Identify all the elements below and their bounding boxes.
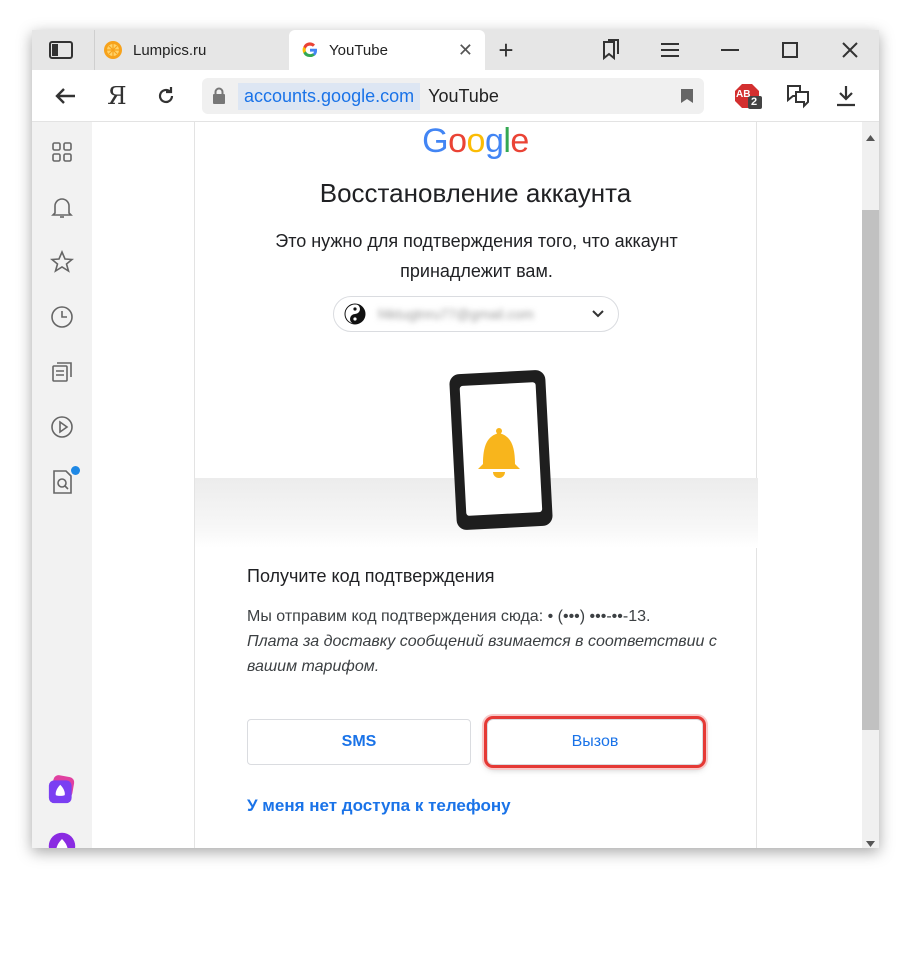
scroll-up-arrow-icon[interactable] [866, 128, 875, 146]
page-subtitle: Это нужно для подтверждения того, что ак… [275, 231, 678, 281]
page-title: Восстановление аккаунта [319, 178, 632, 208]
bookmark-icon[interactable] [680, 88, 694, 109]
sms-fee-note: Плата за доставку сообщений взимается в … [247, 633, 717, 675]
sidebar-toggle-icon[interactable] [48, 40, 74, 60]
alice-assistant-icon[interactable] [48, 832, 76, 848]
recovery-card: Google Восстановление аккаунта Это нужно… [194, 122, 758, 848]
browser-window: Lumpics.ru YouTube ✕ + Я accounts.google… [32, 30, 879, 848]
sms-button[interactable]: SMS [247, 719, 471, 765]
url-domain: accounts.google.com [238, 82, 421, 110]
section-title: Получите код подтверждения [247, 566, 495, 586]
lock-icon [212, 87, 226, 110]
adblock-extension-icon[interactable]: AB 2 [732, 82, 764, 112]
url-field[interactable]: accounts.google.com YouTube [202, 78, 704, 114]
scrollbar[interactable] [862, 122, 879, 848]
adblock-badge: 2 [751, 96, 758, 108]
address-bar-row: Я accounts.google.com YouTube AB 2 [32, 70, 879, 122]
apps-grid-icon[interactable] [48, 138, 76, 166]
account-email: f4ktugtnru77@gmail.com [378, 306, 534, 322]
new-tab-icon[interactable]: + [494, 35, 518, 65]
close-window-icon[interactable] [838, 39, 862, 61]
tab-bar: Lumpics.ru YouTube ✕ + [32, 30, 879, 70]
alice-gallery-icon[interactable] [48, 775, 76, 804]
menu-icon[interactable] [658, 39, 682, 61]
url-page-title: YouTube [428, 85, 499, 106]
phone-bell-icon [449, 370, 553, 530]
tab-label: YouTube [329, 41, 388, 59]
google-g-icon [301, 41, 319, 59]
bookmarks-icon[interactable] [598, 39, 622, 61]
info-text: Мы отправим код подтверждения сюда: • (•… [247, 604, 717, 679]
phone-illustration [195, 362, 758, 552]
maximize-icon[interactable] [778, 39, 802, 61]
back-arrow-icon[interactable] [52, 84, 78, 108]
tab-youtube[interactable]: YouTube ✕ [289, 30, 485, 70]
orange-slice-icon [103, 40, 123, 60]
yin-yang-avatar-icon [344, 303, 366, 325]
adblock-label: AB [736, 89, 751, 100]
call-button[interactable]: Вызов [487, 719, 703, 765]
scrollbar-thumb[interactable] [862, 210, 879, 730]
news-feed-icon[interactable] [48, 358, 76, 386]
notification-dot [71, 466, 80, 475]
tab-label: Lumpics.ru [133, 41, 207, 59]
yandex-button[interactable]: Я [106, 82, 128, 110]
star-icon[interactable] [48, 248, 76, 276]
video-play-icon[interactable] [48, 413, 76, 441]
account-selector[interactable]: f4ktugtnru77@gmail.com [333, 296, 619, 332]
delivery-info: Мы отправим код подтверждения сюда: • (•… [247, 608, 651, 625]
chevron-down-icon [590, 305, 606, 326]
search-page-icon[interactable] [48, 466, 80, 496]
protect-icon[interactable] [784, 82, 812, 110]
page-content: Google Восстановление аккаунта Это нужно… [92, 122, 862, 848]
close-tab-icon[interactable]: ✕ [458, 40, 473, 61]
minimize-icon[interactable] [718, 39, 742, 61]
reload-icon[interactable] [154, 84, 178, 108]
tab-lumpics[interactable]: Lumpics.ru [94, 30, 288, 70]
no-phone-access-link[interactable]: У меня нет доступа к телефону [247, 796, 511, 816]
download-icon[interactable] [834, 82, 858, 110]
google-logo: Google [422, 122, 529, 160]
scroll-down-arrow-icon[interactable] [866, 834, 875, 848]
history-clock-icon[interactable] [48, 303, 76, 331]
sidebar [32, 122, 92, 848]
bell-icon[interactable] [48, 194, 76, 222]
